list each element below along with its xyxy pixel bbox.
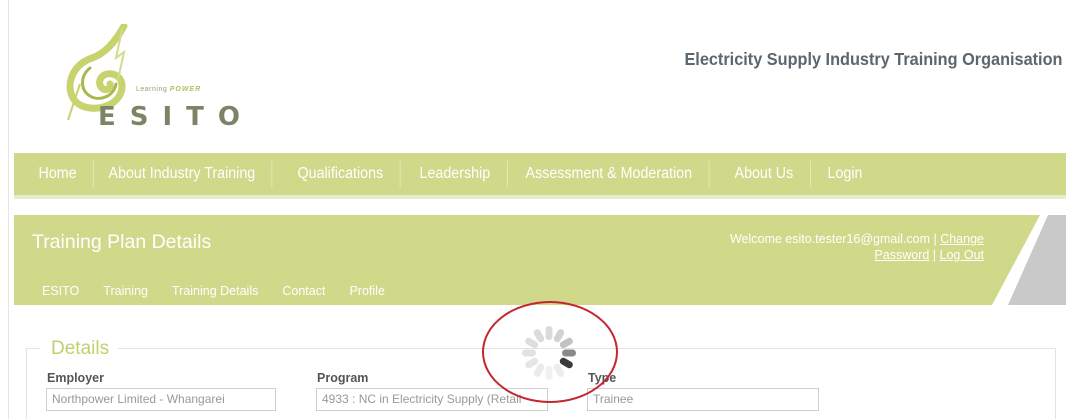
- nav-qualifications[interactable]: Qualifications: [281, 161, 401, 187]
- esito-logo[interactable]: Learning POWER ESITO: [62, 22, 240, 134]
- nav-leadership[interactable]: Leadership: [403, 161, 508, 187]
- change-password-label-2: Password: [874, 248, 930, 262]
- welcome-message: Welcome esito.tester16@gmail.com | Chang…: [730, 231, 984, 263]
- subnav-contact[interactable]: Contact: [282, 284, 325, 298]
- program-label: Program: [317, 371, 369, 385]
- spinner-highlight-circle: [482, 301, 618, 403]
- welcome-text: Welcome esito.tester16@gmail.com |: [729, 232, 937, 246]
- nav-home[interactable]: Home: [22, 161, 95, 187]
- page-left-border: [8, 0, 9, 419]
- org-title: Electricity Supply Industry Training Org…: [683, 49, 1062, 69]
- logo-tagline-prefix: Learning: [136, 86, 168, 93]
- training-plan-panel: Training Plan Details Welcome esito.test…: [14, 215, 1066, 305]
- nav-about-industry-training[interactable]: About Industry Training: [92, 161, 274, 187]
- nav-login[interactable]: Login: [811, 161, 879, 187]
- logout-link[interactable]: Log Out: [940, 248, 984, 262]
- subnav-training[interactable]: Training: [103, 284, 148, 298]
- change-password-label-1: Change: [940, 232, 984, 246]
- link-separator: |: [932, 248, 937, 262]
- type-field[interactable]: Trainee: [587, 388, 819, 411]
- nav-assessment-moderation[interactable]: Assessment & Moderation: [509, 161, 710, 187]
- details-legend: Details: [40, 338, 119, 360]
- main-nav: Home About Industry Training Qualificati…: [14, 153, 1066, 199]
- nav-about-us[interactable]: About Us: [718, 161, 812, 187]
- sub-nav: ESITO Training Training Details Contact …: [42, 284, 385, 298]
- page-title: Training Plan Details: [32, 231, 212, 253]
- employer-field[interactable]: Northpower Limited - Whangarei: [46, 388, 276, 411]
- subnav-profile[interactable]: Profile: [349, 284, 384, 298]
- subnav-esito[interactable]: ESITO: [42, 284, 79, 298]
- subnav-training-details[interactable]: Training Details: [172, 284, 258, 298]
- logo-wordmark: ESITO: [98, 102, 254, 132]
- employer-label: Employer: [47, 371, 104, 385]
- logo-tagline: Learning POWER: [136, 86, 201, 93]
- logo-tagline-emphasis: POWER: [169, 86, 202, 93]
